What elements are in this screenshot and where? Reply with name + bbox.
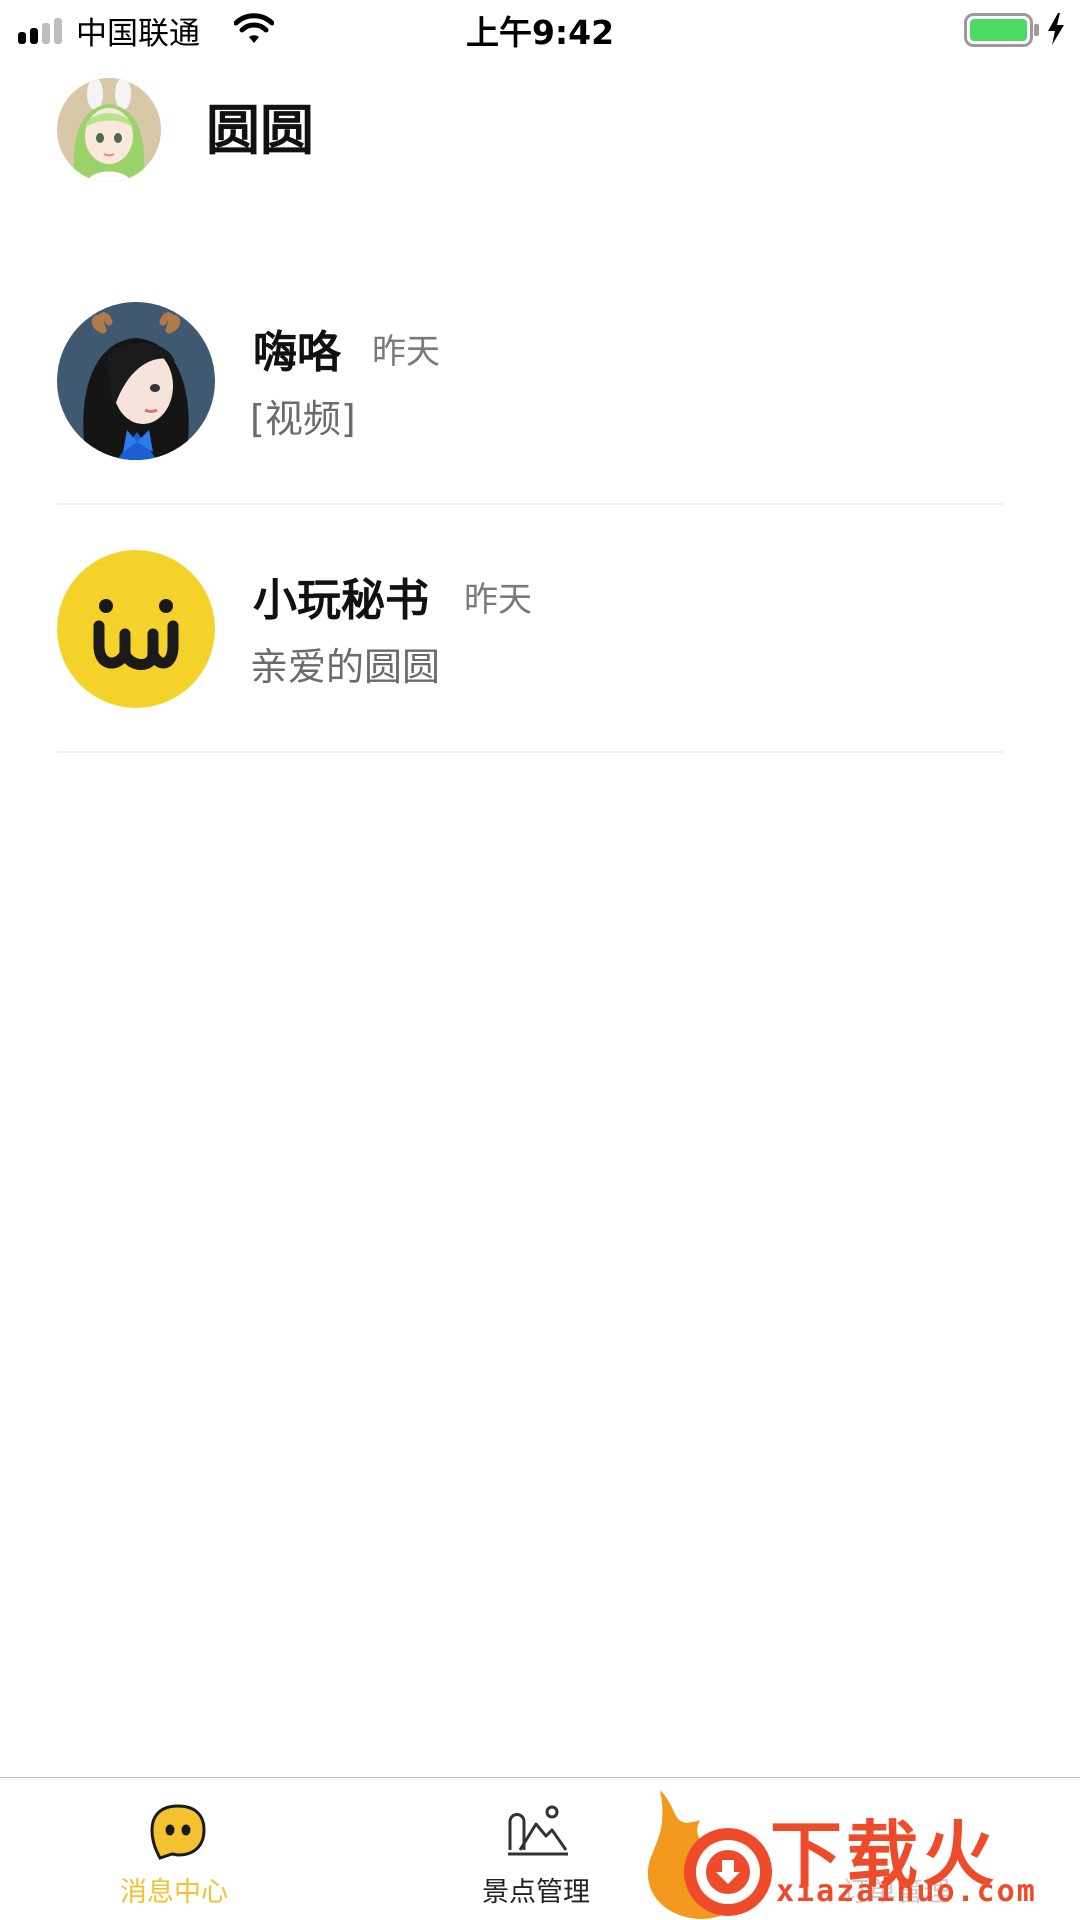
avatar-girl-deer-antlers-icon	[57, 302, 215, 460]
conversation-avatar	[57, 302, 215, 460]
conversation-preview: 亲爱的圆圆	[250, 645, 441, 689]
tab-scenic-management[interactable]: 景点管理	[420, 1778, 660, 1920]
screen: 中国联通 上午9:42 圆圆 嗨咯 昨天 [视频] 小玩秘书 昨天 亲爱的圆圆 …	[0, 0, 1080, 1920]
tab-label: 景点管理	[482, 1877, 590, 1908]
scenic-spot-icon	[508, 1805, 568, 1856]
conversation-time: 昨天	[372, 332, 440, 372]
divider	[57, 751, 1003, 753]
chat-bubble-icon	[150, 1804, 206, 1860]
page-title: 圆圆	[206, 99, 314, 162]
user-avatar-anime-girl-icon	[57, 78, 161, 182]
conversation-time: 昨天	[464, 580, 532, 620]
divider	[57, 503, 1003, 505]
conversation-item[interactable]: 嗨咯 昨天 [视频]	[0, 262, 1080, 510]
charging-bolt-icon	[1048, 13, 1064, 45]
conversation-name: 小玩秘书	[253, 575, 429, 626]
watermark-url: xiazaihuo.com	[776, 1874, 1037, 1909]
tab-message-center[interactable]: 消息中心	[60, 1778, 300, 1920]
status-bar: 中国联通 上午9:42	[0, 0, 1080, 60]
conversation-name: 嗨咯	[253, 327, 341, 378]
xiaowan-logo-icon	[57, 550, 215, 708]
battery-icon	[964, 13, 1039, 47]
tab-label: 消息中心	[120, 1877, 228, 1908]
conversation-preview: [视频]	[250, 397, 356, 441]
conversation-item[interactable]: 小玩秘书 昨天 亲爱的圆圆	[0, 510, 1080, 758]
header-avatar[interactable]	[57, 78, 161, 182]
status-time: 上午9:42	[465, 13, 615, 52]
conversation-avatar	[57, 550, 215, 708]
